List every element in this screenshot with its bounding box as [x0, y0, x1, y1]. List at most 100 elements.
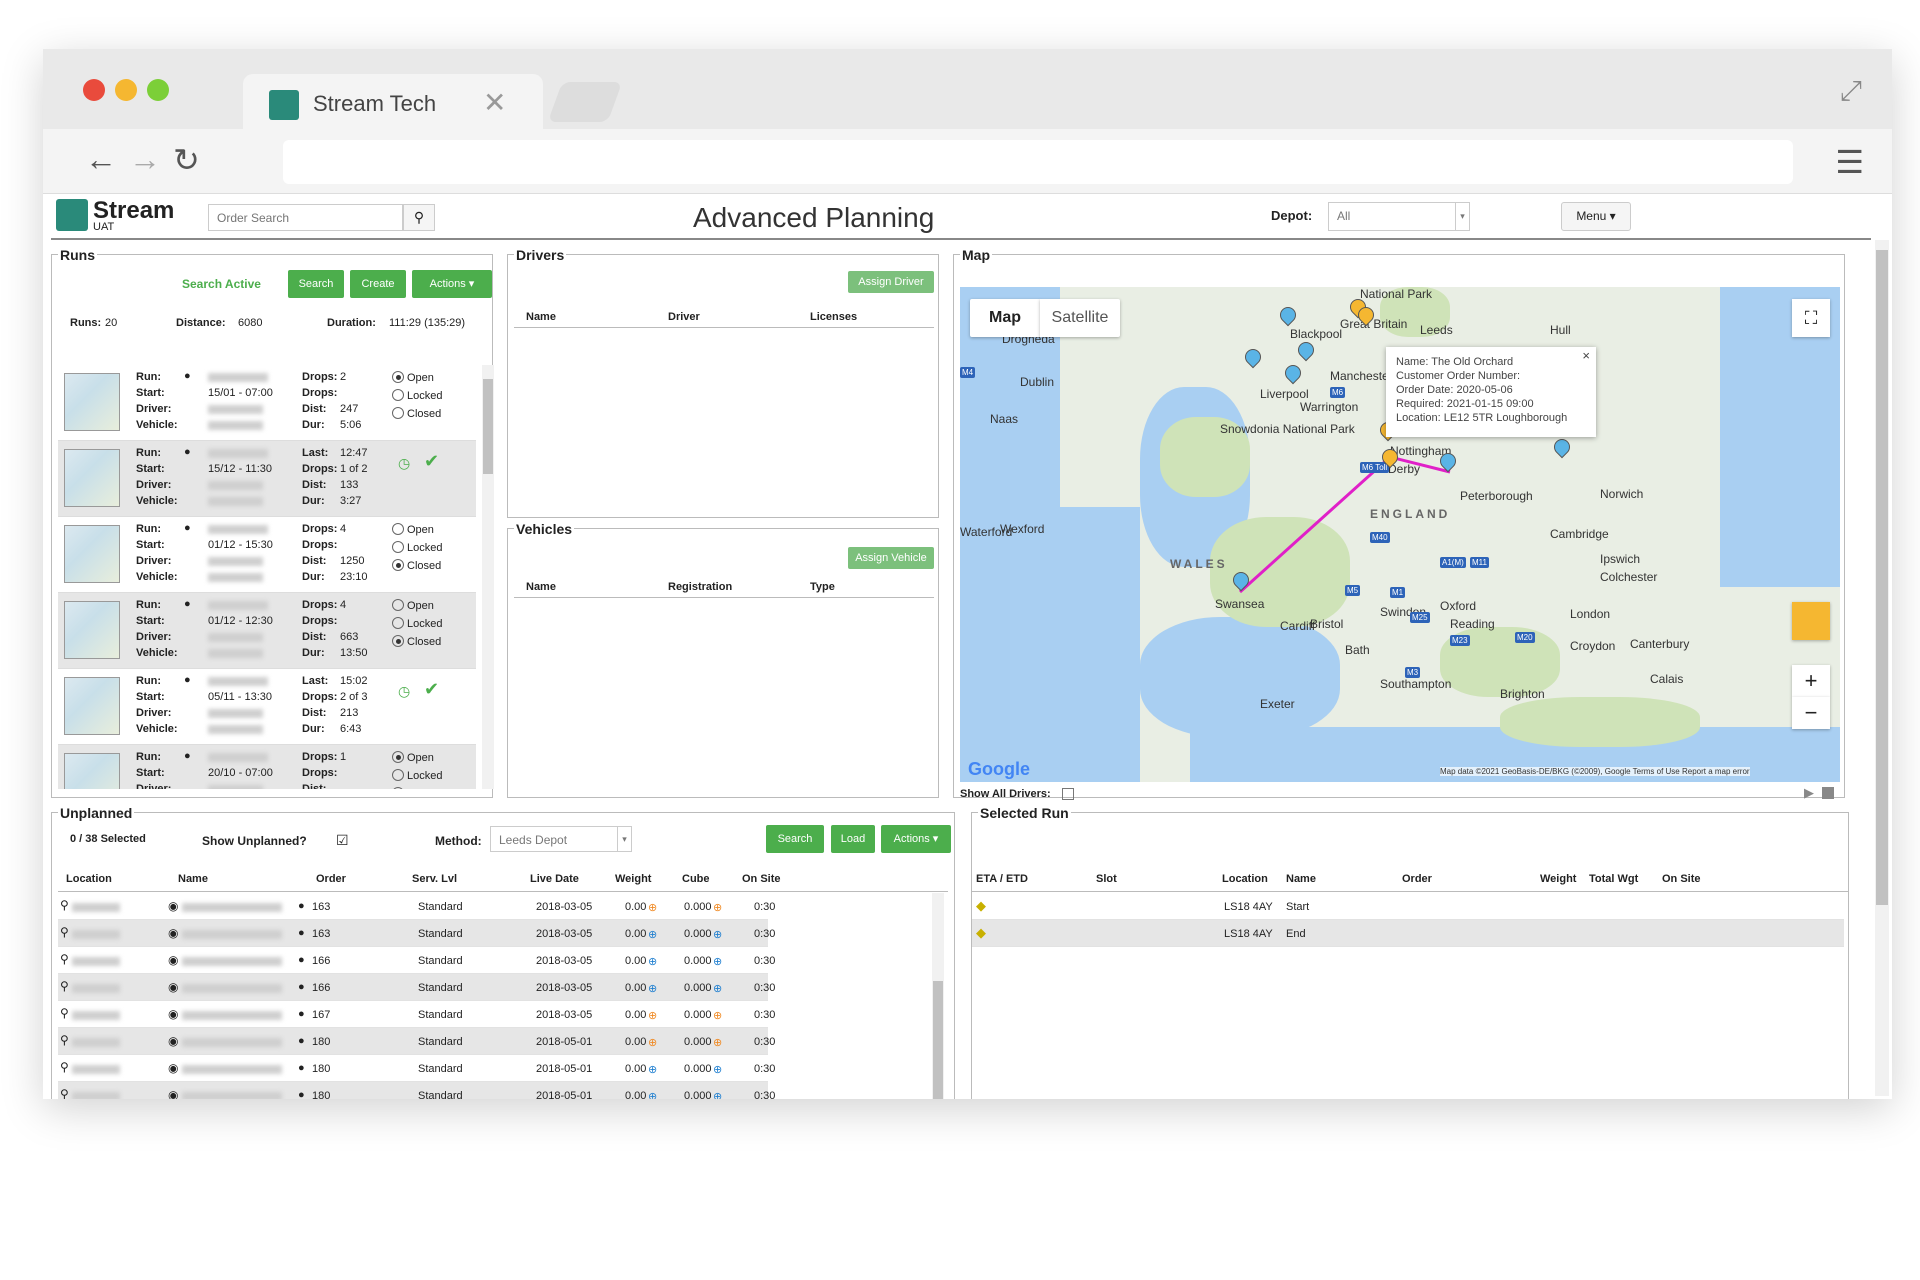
unplanned-col-1[interactable]: Name	[178, 873, 208, 885]
location-pin-icon[interactable]: ⚲	[60, 1087, 69, 1099]
cube-flag-icon[interactable]: ⊕	[713, 1036, 722, 1049]
info-icon[interactable]: ●	[298, 927, 305, 939]
radio-icon[interactable]	[392, 635, 404, 647]
run-map-thumbnail[interactable]	[64, 677, 120, 735]
run-map-thumbnail[interactable]	[64, 373, 120, 431]
runs-create-button[interactable]: Create	[350, 270, 406, 298]
page-scroll-thumb[interactable]	[1876, 250, 1888, 905]
cube-flag-icon[interactable]: ⊕	[713, 1063, 722, 1076]
run-map-thumbnail[interactable]	[64, 449, 120, 507]
unplanned-col-0[interactable]: Location	[66, 873, 112, 885]
table-row[interactable]: ⚲ ◉ ● 163 Standard 2018-03-05 0.00 ⊕ 0.000 ⊕ 0:30	[58, 920, 775, 947]
search-link-icon[interactable]: ◉	[168, 1034, 178, 1048]
method-select[interactable]: Leeds Depot ▾	[490, 826, 632, 852]
run-status-open[interactable]: Open	[392, 371, 434, 384]
run-status-open[interactable]: Open	[392, 751, 434, 764]
info-close-icon[interactable]: ×	[1582, 349, 1590, 363]
table-row[interactable]: ⚲ ◉ ● 166 Standard 2018-03-05 0.00 ⊕ 0.000 ⊕ 0:30	[58, 947, 775, 974]
weight-flag-icon[interactable]: ⊕	[648, 982, 657, 995]
eta-pin-icon[interactable]: ◆	[976, 898, 986, 914]
radio-icon[interactable]	[392, 559, 404, 571]
browser-menu-icon[interactable]: ☰	[1835, 143, 1864, 181]
radio-icon[interactable]	[392, 617, 404, 629]
back-icon[interactable]: ←	[85, 141, 117, 178]
table-row[interactable]: ⚲ ◉ ● 180 Standard 2018-05-01 0.00 ⊕ 0.000 ⊕ 0:30	[58, 1082, 775, 1099]
selected-run-col-4[interactable]: Order	[1402, 873, 1432, 885]
stop-icon[interactable]	[1822, 787, 1834, 799]
cube-flag-icon[interactable]: ⊕	[713, 1009, 722, 1022]
cube-flag-icon[interactable]: ⊕	[713, 982, 722, 995]
unplanned-scrollbar[interactable]	[932, 893, 944, 1099]
location-pin-icon[interactable]: ⚲	[60, 925, 69, 939]
search-link-icon[interactable]: ◉	[168, 1061, 178, 1075]
eta-pin-icon[interactable]: ◆	[976, 925, 986, 941]
run-status-closed[interactable]: Closed	[392, 787, 441, 789]
run-row[interactable]: Run: Start: Driver: Vehicle: ● 15/01 - 07:00 D…	[58, 365, 476, 441]
run-map-thumbnail[interactable]	[64, 525, 120, 583]
runs-scroll-thumb[interactable]	[483, 379, 493, 474]
cube-flag-icon[interactable]: ⊕	[713, 1090, 722, 1099]
info-icon[interactable]: ●	[184, 674, 191, 686]
info-icon[interactable]: ●	[184, 750, 191, 762]
run-map-thumbnail[interactable]	[64, 753, 120, 789]
search-link-icon[interactable]: ◉	[168, 980, 178, 994]
info-icon[interactable]: ●	[184, 598, 191, 610]
fullscreen-icon[interactable]: ⛶	[1792, 299, 1830, 337]
table-row[interactable]: ⚲ ◉ ● 180 Standard 2018-05-01 0.00 ⊕ 0.000 ⊕ 0:30	[58, 1028, 775, 1055]
run-status-closed[interactable]: Closed	[392, 559, 441, 572]
run-row[interactable]: Run: Start: Driver: Vehicle: ● 01/12 - 15:30 D…	[58, 517, 476, 593]
table-row[interactable]: ⚲ ◉ ● 180 Standard 2018-05-01 0.00 ⊕ 0.000 ⊕ 0:30	[58, 1055, 775, 1082]
radio-icon[interactable]	[392, 599, 404, 611]
address-bar[interactable]	[283, 140, 1793, 184]
assign-vehicle-button[interactable]: Assign Vehicle	[848, 547, 934, 569]
run-status-open[interactable]: Open	[392, 523, 434, 536]
info-icon[interactable]: ●	[298, 1035, 305, 1047]
search-link-icon[interactable]: ◉	[168, 926, 178, 940]
run-map-thumbnail[interactable]	[64, 601, 120, 659]
radio-icon[interactable]	[392, 523, 404, 535]
run-status-locked[interactable]: Locked	[392, 769, 442, 782]
radio-icon[interactable]	[392, 541, 404, 553]
info-icon[interactable]: ●	[298, 900, 305, 912]
minimize-window-button[interactable]	[115, 79, 137, 101]
unplanned-col-6[interactable]: Cube	[682, 873, 710, 885]
info-icon[interactable]: ●	[184, 522, 191, 534]
cube-flag-icon[interactable]: ⊕	[713, 955, 722, 968]
new-tab-button[interactable]	[547, 82, 623, 122]
table-row[interactable]: ⚲ ◉ ● 167 Standard 2018-03-05 0.00 ⊕ 0.000 ⊕ 0:30	[58, 1001, 775, 1028]
weight-flag-icon[interactable]: ⊕	[648, 955, 657, 968]
unplanned-col-7[interactable]: On Site	[742, 873, 781, 885]
run-status-closed[interactable]: Closed	[392, 635, 441, 648]
tab-close-icon[interactable]: ✕	[483, 86, 506, 119]
info-icon[interactable]: ●	[298, 1062, 305, 1074]
table-row[interactable]: ⚲ ◉ ● 166 Standard 2018-03-05 0.00 ⊕ 0.000 ⊕ 0:30	[58, 974, 775, 1001]
selected-run-col-3[interactable]: Name	[1286, 873, 1316, 885]
unplanned-col-3[interactable]: Serv. Lvl	[412, 873, 457, 885]
unplanned-col-5[interactable]: Weight	[615, 873, 651, 885]
reload-icon[interactable]: ↻	[173, 141, 200, 179]
search-link-icon[interactable]: ◉	[168, 953, 178, 967]
runs-search-button[interactable]: Search	[288, 270, 344, 298]
zoom-out-button[interactable]: −	[1792, 697, 1830, 729]
run-status-closed[interactable]: Closed	[392, 407, 441, 420]
info-icon[interactable]: ●	[298, 1008, 305, 1020]
show-all-drivers-checkbox[interactable]	[1062, 788, 1074, 800]
zoom-in-button[interactable]: +	[1792, 665, 1830, 697]
run-status-locked[interactable]: Locked	[392, 541, 442, 554]
play-icon[interactable]: ▶	[1804, 785, 1814, 801]
weight-flag-icon[interactable]: ⊕	[648, 901, 657, 914]
radio-icon[interactable]	[392, 389, 404, 401]
info-icon[interactable]: ●	[298, 954, 305, 966]
show-unplanned-checkbox[interactable]: ☑	[336, 832, 349, 849]
selected-run-col-2[interactable]: Location	[1222, 873, 1268, 885]
cube-flag-icon[interactable]: ⊕	[713, 928, 722, 941]
run-status-open[interactable]: Open	[392, 599, 434, 612]
info-icon[interactable]: ●	[184, 446, 191, 458]
run-status-locked[interactable]: Locked	[392, 617, 442, 630]
run-row[interactable]: Run: Start: Driver: Vehicle: ● 15/12 - 11:30 L…	[58, 441, 476, 517]
street-view-pegman-icon[interactable]	[1792, 602, 1830, 640]
run-row[interactable]: Run: Start: Driver: Vehicle: ● 01/12 - 12:30 D…	[58, 593, 476, 669]
weight-flag-icon[interactable]: ⊕	[648, 1090, 657, 1099]
info-icon[interactable]: ●	[298, 981, 305, 993]
selected-run-col-1[interactable]: Slot	[1096, 873, 1117, 885]
